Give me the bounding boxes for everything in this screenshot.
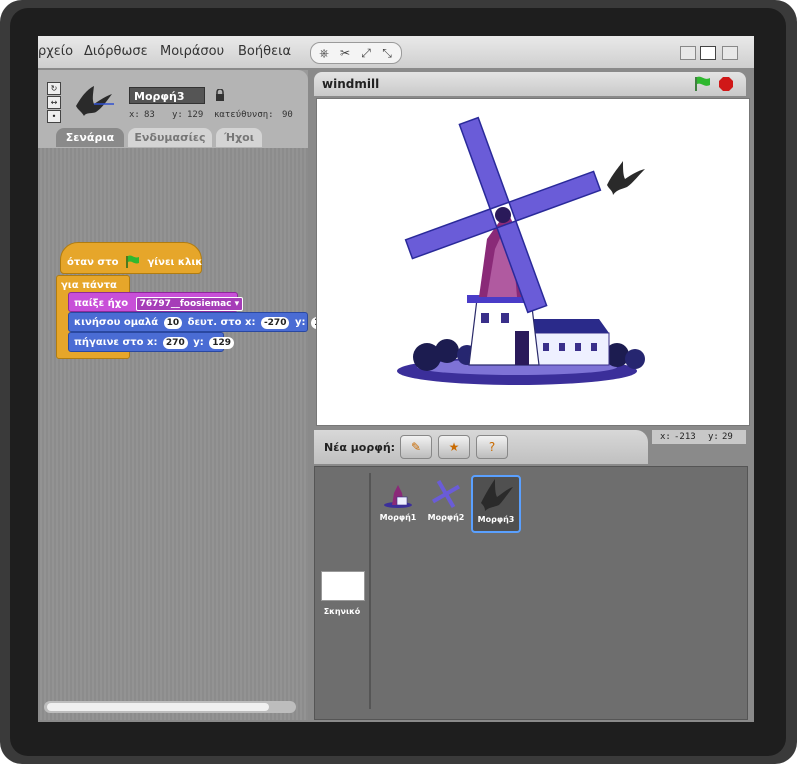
tab-costumes[interactable]: Ενδυμασίες [128, 128, 212, 147]
bird-sprite[interactable] [607, 161, 645, 195]
hat-suffix-text: γίνει κλικ [147, 257, 203, 268]
mouse-y-value: 29 [722, 432, 733, 442]
sprite-y-value: 129 [187, 110, 204, 120]
stamp-icon[interactable]: ⎈ [315, 45, 333, 61]
choose-sprite-file-icon[interactable]: ★ [438, 435, 470, 459]
stage-thumbnail[interactable] [321, 571, 365, 601]
sprite-corral: Σκηνικό Μορφή1 Μορφή2 Μορφή3 [314, 466, 748, 720]
goto-label: πήγαινε στο x: [74, 337, 158, 348]
shrink-icon[interactable]: ⤡ [378, 45, 396, 61]
glide-y-label: y: [294, 317, 306, 328]
sprite-pane: ↻ ↔ • Μορφή3 x: 83 y: 129 κατεύθυνση: 90… [38, 70, 336, 720]
play-sound-label: παίξε ήχο [74, 298, 129, 309]
glide-secs-label: δευτ. στο x: [187, 317, 256, 328]
stop-icon[interactable] [718, 76, 734, 92]
play-sound-block[interactable]: παίξε ήχο 76797__foosiemac ▾ [68, 292, 244, 312]
rotate-full-icon[interactable]: ↻ [47, 82, 61, 95]
green-flag-icon[interactable] [694, 76, 712, 92]
menu-share[interactable]: Μοιράσου [160, 44, 224, 59]
glide-secs-input[interactable]: 10 [163, 317, 183, 329]
when-flag-clicked-block[interactable]: όταν στο γίνει κλικ [60, 242, 202, 274]
menu-help[interactable]: Βοήθεια [238, 44, 291, 59]
bird-thumbnail-icon [481, 479, 513, 511]
sprite-info: ↻ ↔ • Μορφή3 x: 83 y: 129 κατεύθυνση: 90… [38, 70, 308, 148]
glide-label: κινήσου ομαλά [74, 317, 159, 328]
rotate-flip-icon[interactable]: ↔ [47, 96, 61, 109]
lock-icon[interactable] [215, 89, 225, 101]
mouse-coordinates: x: -213 y: 29 [652, 430, 746, 444]
paint-new-sprite-icon[interactable]: ✎ [400, 435, 432, 459]
scripts-hscrollbar[interactable] [44, 701, 296, 713]
goto-y-label: y: [193, 337, 204, 348]
green-flag-icon [126, 255, 139, 268]
scratch-app: ρχείο Διόρθωσε Μοιράσου Βοήθεια ⎈ ✂ ⤢ ⤡ … [38, 36, 754, 722]
rotate-none-icon[interactable]: • [47, 110, 61, 123]
sprite-x-label: x: [129, 110, 140, 120]
presentation-mode-icon[interactable] [722, 46, 738, 60]
scripts-hscroll-thumb[interactable] [47, 703, 269, 711]
sprite-thumb-3-label: Μορφή3 [477, 515, 515, 524]
new-sprite-label: Νέα μορφή: [324, 441, 396, 454]
stage-scene [397, 116, 645, 385]
mouse-x-value: -213 [674, 432, 696, 442]
tab-sounds[interactable]: Ήχοι [216, 128, 262, 147]
small-stage-icon[interactable] [680, 46, 696, 60]
sprite-thumb-1[interactable]: Μορφή1 [375, 477, 421, 531]
cursor-tools: ⎈ ✂ ⤢ ⤡ [310, 42, 402, 64]
sound-dropdown-value: 76797__foosiemac [139, 299, 232, 309]
windmill-sprite[interactable] [397, 116, 645, 385]
hat-prefix-text: όταν στο [67, 257, 119, 268]
sprite-thumb-2-label: Μορφή2 [427, 513, 465, 522]
random-sprite-icon[interactable]: ? [476, 435, 508, 459]
mouse-y-label: y: [708, 432, 719, 442]
glide-x-input[interactable]: -270 [260, 317, 290, 329]
glide-block[interactable]: κινήσου ομαλά 10 δευτ. στο x: -270 y: 12… [68, 312, 336, 332]
sprite-name-field[interactable]: Μορφή3 [129, 87, 205, 104]
normal-stage-icon[interactable] [700, 46, 716, 60]
grow-icon[interactable]: ⤢ [357, 45, 375, 61]
sprite-x-value: 83 [144, 110, 155, 120]
stage-header: windmill [314, 72, 746, 96]
goto-y-input[interactable]: 129 [209, 337, 235, 349]
corral-divider [369, 473, 371, 709]
new-sprite-bar: Νέα μορφή: ✎ ★ ? [314, 430, 648, 464]
sprite-thumb-2[interactable]: Μορφή2 [423, 477, 469, 531]
sprite-thumb-3[interactable]: Μορφή3 [471, 475, 521, 533]
tab-scripts[interactable]: Σενάρια [56, 128, 124, 147]
mouse-x-label: x: [660, 432, 671, 442]
windmill-thumbnail-icon [384, 485, 412, 508]
stage-thumbnail-label: Σκηνικό [323, 607, 361, 616]
sprite-y-label: y: [172, 110, 183, 120]
scissors-icon[interactable]: ✂ [336, 45, 354, 61]
project-title: windmill [322, 77, 380, 91]
stage-canvas[interactable] [316, 98, 750, 426]
sprite-bird-thumbnail [76, 86, 114, 116]
sails-thumbnail-icon [432, 480, 460, 508]
go-to-block[interactable]: πήγαινε στο x: 270 y: 129 [68, 332, 235, 352]
goto-x-input[interactable]: 270 [162, 337, 188, 349]
menu-edit[interactable]: Διόρθωσε [84, 44, 148, 59]
sprite-direction-value: 90 [282, 110, 293, 120]
menu-bar: ρχείο Διόρθωσε Μοιράσου Βοήθεια ⎈ ✂ ⤢ ⤡ [38, 36, 754, 68]
sprite-thumb-1-label: Μορφή1 [379, 513, 417, 522]
forever-label: για πάντα [61, 280, 117, 291]
sprite-direction-label: κατεύθυνση: [214, 110, 274, 120]
scripts-area[interactable]: όταν στο γίνει κλικ για πάντα παίξε ήχο … [38, 148, 336, 720]
sound-dropdown[interactable]: 76797__foosiemac ▾ [135, 297, 244, 311]
menu-file[interactable]: ρχείο [38, 44, 73, 59]
